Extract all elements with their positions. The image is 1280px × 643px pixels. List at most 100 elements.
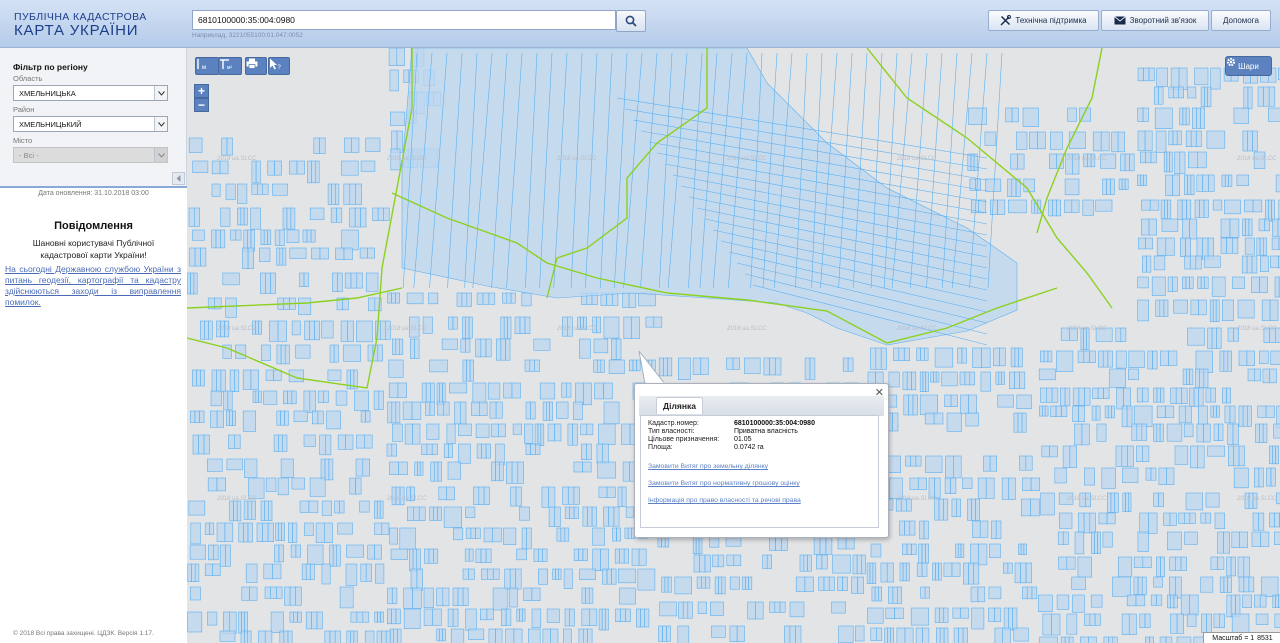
land-parcel <box>193 272 198 295</box>
land-parcel <box>347 320 354 342</box>
region-select[interactable]: ХМЕЛЬНИЦЬКА <box>13 85 168 101</box>
land-parcel <box>531 587 541 601</box>
land-parcel <box>1148 218 1157 236</box>
land-parcel <box>1166 531 1182 551</box>
land-parcel <box>983 455 991 472</box>
land-parcel <box>687 601 693 619</box>
measure-area-button[interactable]: м² <box>218 57 242 75</box>
land-parcel <box>226 137 233 156</box>
measure-distance-button[interactable]: м <box>195 57 219 75</box>
land-parcel <box>1187 327 1205 346</box>
land-parcel <box>870 347 877 370</box>
land-parcel <box>1185 107 1190 126</box>
land-parcel <box>1269 512 1275 528</box>
order-parcel-extract-link[interactable]: Замовити Витяг про земельну ділянку <box>648 463 768 470</box>
land-parcel <box>464 548 470 562</box>
land-parcel <box>278 544 284 563</box>
land-parcel <box>259 247 271 262</box>
tech-support-button[interactable]: Технічна підтримка <box>988 10 1099 31</box>
ownership-info-link[interactable]: Інформація про право власності та речові… <box>648 497 801 504</box>
land-parcel <box>1142 107 1149 122</box>
land-parcel <box>534 423 539 446</box>
notice-text: Шановні користувачі Публічної кадастрово… <box>32 238 155 260</box>
land-parcel <box>621 486 627 508</box>
watermark: 2018 ua.SLCC <box>1066 156 1107 162</box>
land-parcel <box>303 272 309 287</box>
land-parcel <box>1064 199 1073 213</box>
land-parcel <box>1219 613 1226 628</box>
land-parcel <box>332 544 338 567</box>
land-parcel <box>350 272 358 289</box>
tab-parcel[interactable]: Ділянка <box>656 397 703 414</box>
land-parcel <box>449 382 468 394</box>
land-parcel <box>212 563 221 576</box>
land-parcel <box>1174 445 1189 465</box>
land-parcel <box>896 627 906 643</box>
land-parcel <box>943 607 949 623</box>
land-parcel <box>1098 350 1104 368</box>
land-parcel <box>1071 576 1086 590</box>
land-parcel <box>799 554 805 572</box>
land-parcel <box>204 522 210 535</box>
help-button[interactable]: Допомога <box>1211 10 1271 31</box>
collapse-sidebar-button[interactable] <box>172 172 185 185</box>
land-parcel <box>362 611 370 623</box>
cadastral-map[interactable]: 2018 ua.SLCC 2018 ua.SLCC 2018 ua.SLCC 2018… <box>187 48 1280 643</box>
land-parcel <box>667 576 672 593</box>
land-parcel <box>1031 199 1036 214</box>
land-parcel <box>994 607 1002 622</box>
district-select[interactable]: ХМЕЛЬНИЦЬКИЙ <box>13 116 168 132</box>
identify-button[interactable]: ? <box>268 57 290 75</box>
land-parcel <box>1121 613 1130 635</box>
city-select[interactable]: - Всі - <box>13 147 168 163</box>
land-parcel <box>745 576 749 590</box>
land-parcel <box>374 522 383 535</box>
land-parcel <box>1203 199 1209 218</box>
land-parcel <box>490 423 499 438</box>
land-parcel <box>1090 594 1103 608</box>
land-parcel <box>424 548 430 564</box>
land-parcel <box>251 160 257 184</box>
land-parcel <box>975 498 980 521</box>
land-parcel <box>203 434 210 455</box>
land-parcel <box>225 410 230 426</box>
land-parcel <box>1098 512 1108 525</box>
land-parcel <box>356 272 363 289</box>
land-parcel <box>1156 67 1168 88</box>
land-parcel <box>549 401 554 421</box>
land-parcel <box>1144 130 1153 151</box>
land-parcel <box>452 316 458 330</box>
layers-button[interactable]: Шари <box>1225 56 1272 76</box>
land-parcel <box>567 423 573 446</box>
land-parcel <box>664 576 669 593</box>
land-parcel <box>1210 387 1216 403</box>
land-parcel <box>387 292 392 304</box>
land-parcel <box>325 434 332 456</box>
land-parcel <box>240 207 245 226</box>
land-parcel <box>581 443 587 460</box>
cadastral-search-input[interactable] <box>192 10 616 30</box>
land-parcel <box>1225 174 1229 187</box>
land-parcel <box>1191 107 1197 129</box>
land-parcel <box>485 443 491 459</box>
search-button[interactable] <box>616 10 646 32</box>
feedback-button[interactable]: Зворотний зв'язок <box>1101 10 1209 31</box>
land-parcel <box>591 506 598 527</box>
notice-link[interactable]: На сьогодні Державною службою України з … <box>5 264 181 308</box>
land-parcel <box>1252 130 1258 152</box>
land-parcel <box>1227 327 1234 342</box>
filter-title: Фільтр по регіону <box>13 62 88 72</box>
logo[interactable]: ПУБЛІЧНА КАДАСТРОВА КАРТА УКРАЇНИ <box>14 11 147 39</box>
land-parcel <box>423 608 434 626</box>
land-parcel <box>1200 276 1206 289</box>
order-valuation-extract-link[interactable]: Замовити Витяг про нормативну грошову оц… <box>648 480 800 487</box>
print-button[interactable] <box>245 57 267 75</box>
logo-line-2: КАРТА УКРАЇНИ <box>14 22 139 39</box>
zoom-out-button[interactable]: − <box>194 98 209 112</box>
zoom-in-button[interactable]: + <box>194 84 209 98</box>
map-canvas[interactable]: 2018 ua.SLCC 2018 ua.SLCC 2018 ua.SLCC 2018… <box>187 48 1280 643</box>
land-parcel <box>492 527 502 543</box>
land-parcel <box>426 443 433 455</box>
land-parcel <box>915 627 923 643</box>
land-parcel <box>573 401 583 421</box>
